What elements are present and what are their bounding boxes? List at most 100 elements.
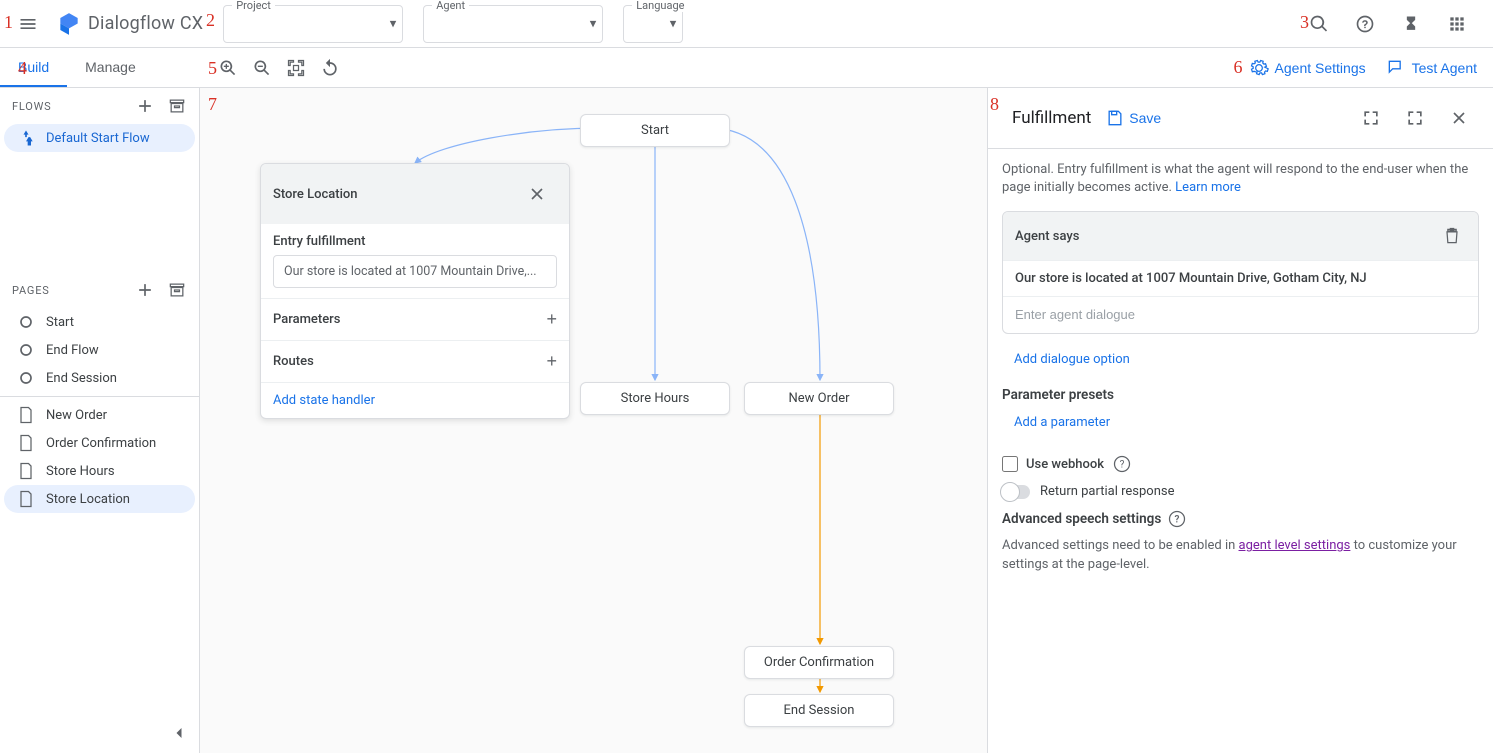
page-label: Store Location — [46, 492, 130, 507]
close-icon — [1449, 108, 1469, 128]
page-label: End Flow — [46, 343, 99, 358]
archive-icon — [167, 96, 187, 116]
use-webhook-label: Use webhook — [1026, 457, 1104, 472]
learn-more-link[interactable]: Learn more — [1175, 180, 1241, 195]
product-name: Dialogflow CX — [88, 13, 203, 34]
product-logo: Dialogflow CX — [56, 11, 203, 37]
add-flow-button[interactable] — [131, 92, 159, 120]
reset-rotation-button[interactable] — [314, 52, 346, 84]
node-end-session[interactable]: End Session — [744, 694, 894, 727]
agent-says-value[interactable]: Our store is located at 1007 Mountain Dr… — [1003, 260, 1478, 296]
delete-response-button[interactable] — [1438, 222, 1466, 250]
test-agent-button[interactable]: Test Agent — [1386, 58, 1477, 78]
add-state-handler-link[interactable]: Add state handler — [273, 393, 375, 408]
node-new-order[interactable]: New Order — [744, 382, 894, 415]
sidebar-page-store-location[interactable]: Store Location — [4, 485, 195, 513]
sidebar-page-new-order[interactable]: New Order — [4, 401, 195, 429]
agent-level-settings-link[interactable]: agent level settings — [1239, 538, 1351, 553]
help-icon[interactable]: ? — [1167, 509, 1187, 529]
tab-manage[interactable]: Manage — [67, 48, 154, 87]
chevron-left-icon — [169, 723, 189, 743]
pages-more-button[interactable] — [163, 276, 191, 304]
add-route-button[interactable]: + — [546, 351, 557, 372]
fit-screen-button[interactable] — [280, 52, 312, 84]
apps-button[interactable] — [1437, 4, 1477, 44]
save-button[interactable]: Save — [1105, 108, 1161, 128]
annotation-8: 8 — [990, 94, 999, 115]
zoom-out-button[interactable] — [246, 52, 278, 84]
add-parameter-button[interactable]: + — [546, 309, 557, 330]
language-dropdown[interactable]: Language ▾ — [623, 5, 683, 43]
page-icon — [16, 405, 36, 425]
collapse-sidebar-button[interactable] — [159, 713, 199, 753]
agent-dropdown[interactable]: Agent ▾ — [423, 5, 603, 43]
agent-label: Agent — [432, 0, 469, 12]
pages-header-label: PAGES — [12, 284, 50, 297]
trash-icon — [1442, 226, 1462, 246]
project-dropdown[interactable]: Project ▾ — [223, 5, 403, 43]
expand-icon — [1361, 108, 1381, 128]
plus-icon — [135, 280, 155, 300]
use-webhook-checkbox[interactable] — [1002, 456, 1018, 472]
help-icon[interactable]: ? — [1112, 454, 1132, 474]
apps-grid-icon — [1447, 14, 1467, 34]
return-partial-response-toggle[interactable] — [1002, 485, 1030, 499]
annotation-6: 6 — [1234, 57, 1243, 78]
gear-icon — [1249, 58, 1269, 78]
sidebar-page-order-confirmation[interactable]: Order Confirmation — [4, 429, 195, 457]
sidebar-page-start[interactable]: Start — [4, 308, 195, 336]
account-button[interactable] — [1391, 4, 1431, 44]
sidebar-page-store-hours[interactable]: Store Hours — [4, 457, 195, 485]
pages-section-header: PAGES — [0, 272, 199, 308]
routes-title: Routes — [273, 354, 314, 369]
agent-says-title: Agent says — [1015, 229, 1079, 244]
add-page-button[interactable] — [131, 276, 159, 304]
sidebar-page-end-flow[interactable]: End Flow — [4, 336, 195, 364]
close-icon — [527, 184, 547, 204]
hamburger-icon — [18, 14, 38, 34]
fulfillment-title: Fulfillment — [1012, 108, 1091, 128]
close-node-panel-button[interactable] — [517, 174, 557, 214]
flow-icon — [16, 128, 36, 148]
dialogflow-logo-icon — [56, 11, 82, 37]
close-panel-button[interactable] — [1439, 98, 1479, 138]
flow-canvas[interactable]: 7 Start Store Location — [200, 88, 987, 753]
page-label: Store Hours — [46, 464, 115, 479]
main-menu-button[interactable] — [8, 4, 48, 44]
node-panel-store-location: Store Location Entry fulfillment Our sto… — [260, 163, 570, 419]
return-partial-response-label: Return partial response — [1040, 484, 1174, 499]
archive-icon — [167, 280, 187, 300]
node-order-confirmation[interactable]: Order Confirmation — [744, 646, 894, 679]
page-label: Order Confirmation — [46, 436, 156, 451]
advanced-speech-desc: Advanced settings need to be enabled in … — [1002, 537, 1479, 573]
rotate-icon — [320, 58, 340, 78]
annotation-2: 2 — [206, 10, 215, 31]
tab-build[interactable]: Build — [0, 48, 67, 87]
add-dialogue-option-link[interactable]: Add dialogue option — [1014, 352, 1130, 367]
chevron-down-icon: ▾ — [590, 16, 597, 31]
entry-fulfillment-preview[interactable]: Our store is located at 1007 Mountain Dr… — [273, 255, 557, 288]
chat-icon — [1386, 58, 1406, 78]
search-button[interactable] — [1299, 4, 1339, 44]
node-start[interactable]: Start — [580, 114, 730, 147]
zoom-out-icon — [252, 58, 272, 78]
project-label: Project — [232, 0, 275, 12]
flows-more-button[interactable] — [163, 92, 191, 120]
page-label: Start — [46, 315, 74, 330]
node-store-hours[interactable]: Store Hours — [580, 382, 730, 415]
add-a-parameter-link[interactable]: Add a parameter — [1014, 415, 1110, 430]
svg-text:?: ? — [1175, 515, 1180, 526]
expand-panel-button[interactable] — [1351, 98, 1391, 138]
collapse-panel-button[interactable] — [1395, 98, 1435, 138]
zoom-in-button[interactable] — [212, 52, 244, 84]
help-button[interactable] — [1345, 4, 1385, 44]
sidebar-flow-default-start[interactable]: Default Start Flow — [4, 124, 195, 152]
page-icon — [16, 461, 36, 481]
chevron-down-icon: ▾ — [670, 16, 677, 31]
agent-settings-button[interactable]: Agent Settings — [1249, 58, 1366, 78]
entry-fulfillment-title: Entry fulfillment — [273, 234, 557, 249]
sidebar-page-end-session[interactable]: End Session — [4, 364, 195, 392]
page-label: New Order — [46, 408, 107, 423]
agent-dialogue-input[interactable] — [1015, 307, 1466, 322]
plus-icon — [135, 96, 155, 116]
